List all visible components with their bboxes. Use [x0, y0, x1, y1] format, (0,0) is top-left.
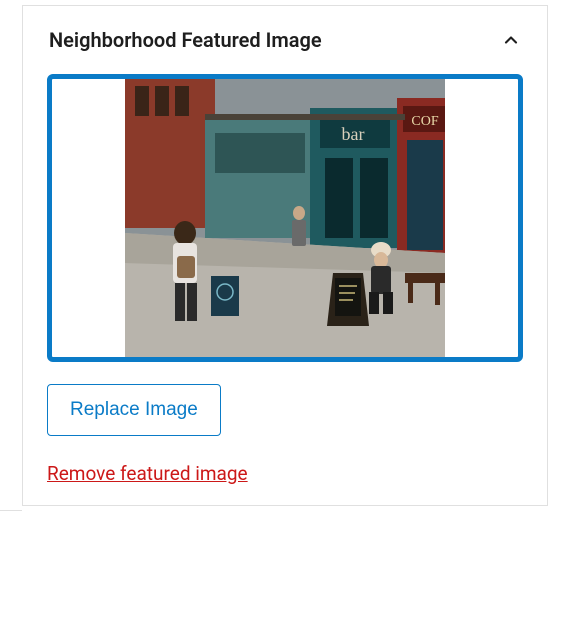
featured-image-preview[interactable]: bar COF	[47, 74, 523, 362]
svg-text:bar: bar	[342, 124, 365, 144]
svg-text:COF: COF	[411, 114, 438, 129]
chevron-up-icon	[499, 28, 523, 52]
panel-header-toggle[interactable]: Neighborhood Featured Image	[23, 6, 547, 74]
divider	[0, 510, 22, 511]
panel-title: Neighborhood Featured Image	[49, 28, 322, 52]
featured-image-thumbnail: bar COF	[125, 79, 445, 357]
featured-image-panel: Neighborhood Featured Image	[22, 5, 548, 506]
replace-image-button[interactable]: Replace Image	[47, 384, 221, 436]
remove-featured-image-link[interactable]: Remove featured image	[47, 462, 248, 485]
panel-body: bar COF	[23, 74, 547, 505]
